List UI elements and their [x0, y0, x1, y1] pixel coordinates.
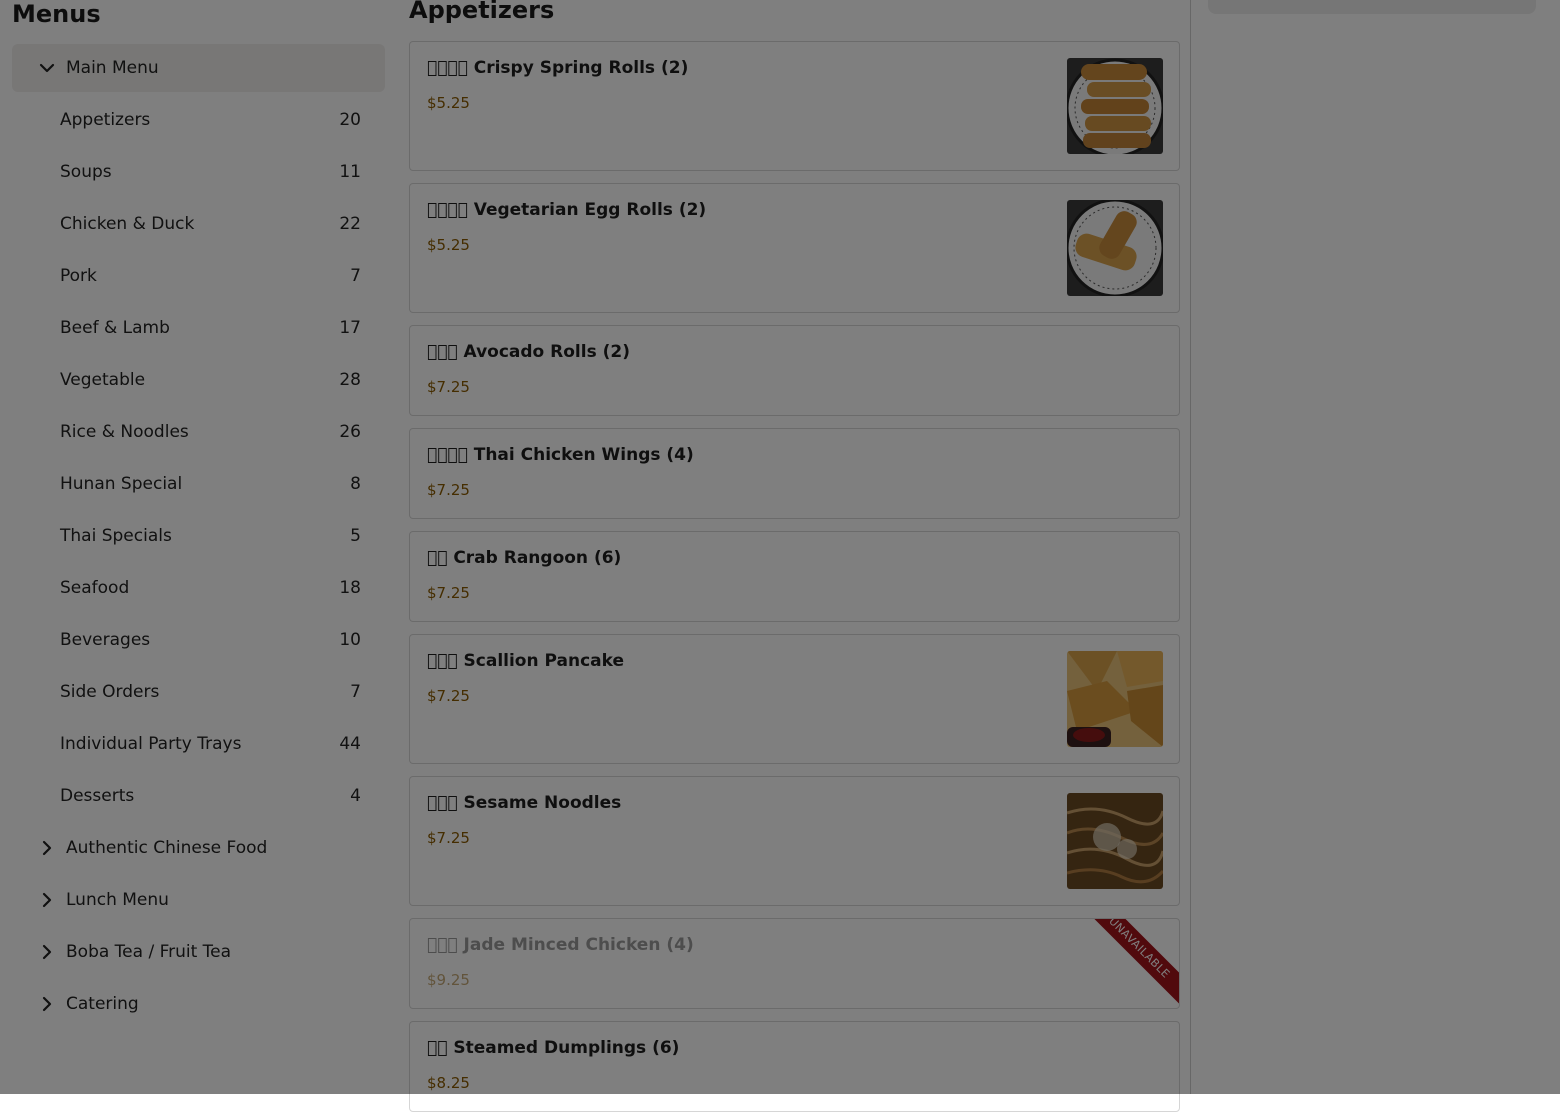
item-price: $7.25 [427, 378, 470, 396]
item-price: $7.25 [427, 584, 470, 602]
category-count: 26 [339, 422, 361, 442]
item-price: $8.25 [427, 1074, 470, 1092]
category-label: Side Orders [60, 682, 160, 702]
scallion-pancake-image [1067, 651, 1163, 747]
category-label: Vegetable [60, 370, 146, 390]
menu-group-label: Catering [66, 994, 139, 1014]
category-count: 11 [339, 162, 361, 182]
item-price: $5.25 [427, 94, 470, 112]
category-label: Rice & Noodles [60, 422, 189, 442]
menu-item-card[interactable]: 􏿾􏿾􏿾 Sesame Noodles $7.25 [409, 776, 1180, 906]
menu-item-card[interactable]: 􏿾􏿾􏿾􏿾 Thai Chicken Wings (4) $7.25 [409, 428, 1180, 519]
item-name: 􏿾􏿾􏿾􏿾 Thai Chicken Wings (4) [427, 445, 694, 465]
item-price: $7.25 [427, 829, 470, 847]
category-count: 4 [350, 786, 361, 806]
chevron-right-icon [38, 995, 56, 1013]
menu-item-card[interactable]: 􏿾􏿾􏿾􏿾 Crispy Spring Rolls (2) $5.25 [409, 41, 1180, 171]
category-count: 10 [339, 630, 361, 650]
category-count: 7 [350, 682, 361, 702]
menu-item-card[interactable]: 􏿾􏿾􏿾 Scallion Pancake $7.25 [409, 634, 1180, 764]
order-panel-placeholder [1208, 0, 1536, 14]
category-label: Hunan Special [60, 474, 183, 494]
category-label: Chicken & Duck [60, 214, 195, 234]
menu-item-card[interactable]: 􏿾􏿾􏿾􏿾 Vegetarian Egg Rolls (2) $5.25 [409, 183, 1180, 313]
menu-group-boba-tea[interactable]: Boba Tea / Fruit Tea [12, 928, 385, 976]
menu-group-label: Main Menu [66, 58, 159, 78]
menu-group-label: Boba Tea / Fruit Tea [66, 942, 232, 962]
category-label: Seafood [60, 578, 130, 598]
menu-group-main-menu[interactable]: Main Menu [12, 44, 385, 92]
sidebar-item-beef-lamb[interactable]: Beef & Lamb 17 [60, 302, 361, 354]
sidebar-item-side-orders[interactable]: Side Orders 7 [60, 666, 361, 718]
category-count: 20 [339, 110, 361, 130]
sidebar-item-chicken-duck[interactable]: Chicken & Duck 22 [60, 198, 361, 250]
item-name: 􏿾􏿾􏿾 Jade Minced Chicken (4) [427, 935, 694, 955]
sidebar-item-desserts[interactable]: Desserts 4 [60, 770, 361, 822]
item-price: $7.25 [427, 687, 470, 705]
sidebar-item-thai-specials[interactable]: Thai Specials 5 [60, 510, 361, 562]
menu-page: Menus Main Menu Appetizers 20 Soups 11 C… [0, 0, 1560, 1112]
item-name: 􏿾􏿾 Steamed Dumplings (6) [427, 1038, 680, 1058]
category-count: 18 [339, 578, 361, 598]
sidebar-item-appetizers[interactable]: Appetizers 20 [60, 94, 361, 146]
category-label: Soups [60, 162, 112, 182]
item-name: 􏿾􏿾􏿾􏿾 Vegetarian Egg Rolls (2) [427, 200, 707, 220]
sidebar-title: Menus [12, 0, 101, 28]
sidebar-item-seafood[interactable]: Seafood 18 [60, 562, 361, 614]
category-count: 28 [339, 370, 361, 390]
chevron-right-icon [38, 891, 56, 909]
category-count: 44 [339, 734, 361, 754]
sidebar-item-beverages[interactable]: Beverages 10 [60, 614, 361, 666]
category-count: 5 [350, 526, 361, 546]
menu-item-card[interactable]: 􏿾􏿾 Crab Rangoon (6) $7.25 [409, 531, 1180, 622]
item-price: $7.25 [427, 481, 470, 499]
category-label: Appetizers [60, 110, 151, 130]
egg-rolls-image [1067, 200, 1163, 296]
menu-item-card[interactable]: 􏿾􏿾􏿾 Avocado Rolls (2) $7.25 [409, 325, 1180, 416]
sidebar-item-hunan-special[interactable]: Hunan Special 8 [60, 458, 361, 510]
sidebar-item-vegetable[interactable]: Vegetable 28 [60, 354, 361, 406]
item-price: $5.25 [427, 236, 470, 254]
menu-item-card-unavailable[interactable]: 􏿾􏿾􏿾 Jade Minced Chicken (4) $9.25 UNAVAI… [409, 918, 1180, 1009]
section-title: Appetizers [409, 0, 555, 24]
menu-group-catering[interactable]: Catering [12, 980, 385, 1028]
category-label: Desserts [60, 786, 135, 806]
sesame-noodles-image [1067, 793, 1163, 889]
sidebar-item-rice-noodles[interactable]: Rice & Noodles 26 [60, 406, 361, 458]
menu-group-authentic-chinese-food[interactable]: Authentic Chinese Food [12, 824, 385, 872]
category-label: Pork [60, 266, 97, 286]
category-count: 8 [350, 474, 361, 494]
category-count: 22 [339, 214, 361, 234]
item-name: 􏿾􏿾􏿾􏿾 Crispy Spring Rolls (2) [427, 58, 689, 78]
item-price: $9.25 [427, 971, 470, 989]
item-name: 􏿾􏿾􏿾 Sesame Noodles [427, 793, 622, 813]
menu-group-label: Lunch Menu [66, 890, 169, 910]
menu-group-lunch-menu[interactable]: Lunch Menu [12, 876, 385, 924]
chevron-down-icon [38, 59, 56, 77]
category-count: 17 [339, 318, 361, 338]
category-label: Beverages [60, 630, 151, 650]
unavailable-ribbon: UNAVAILABLE [1081, 919, 1179, 1006]
chevron-right-icon [38, 839, 56, 857]
category-label: Thai Specials [60, 526, 172, 546]
chevron-right-icon [38, 943, 56, 961]
menu-sidebar: Menus Main Menu Appetizers 20 Soups 11 C… [0, 0, 397, 1094]
item-name: 􏿾􏿾􏿾 Scallion Pancake [427, 651, 625, 671]
sidebar-item-individual-party-trays[interactable]: Individual Party Trays 44 [60, 718, 361, 770]
item-name: 􏿾􏿾 Crab Rangoon (6) [427, 548, 622, 568]
category-label: Individual Party Trays [60, 734, 242, 754]
menu-item-card[interactable]: 􏿾􏿾 Steamed Dumplings (6) $8.25 [409, 1021, 1180, 1112]
sidebar-item-pork[interactable]: Pork 7 [60, 250, 361, 302]
menu-group-label: Authentic Chinese Food [66, 838, 268, 858]
spring-rolls-image [1067, 58, 1163, 154]
item-name: 􏿾􏿾􏿾 Avocado Rolls (2) [427, 342, 630, 362]
sidebar-item-soups[interactable]: Soups 11 [60, 146, 361, 198]
category-count: 7 [350, 266, 361, 286]
menu-items-panel: Appetizers 􏿾􏿾􏿾􏿾 Crispy Spring Rolls (2) … [409, 0, 1180, 1112]
category-label: Beef & Lamb [60, 318, 170, 338]
panel-divider [1190, 0, 1191, 1094]
